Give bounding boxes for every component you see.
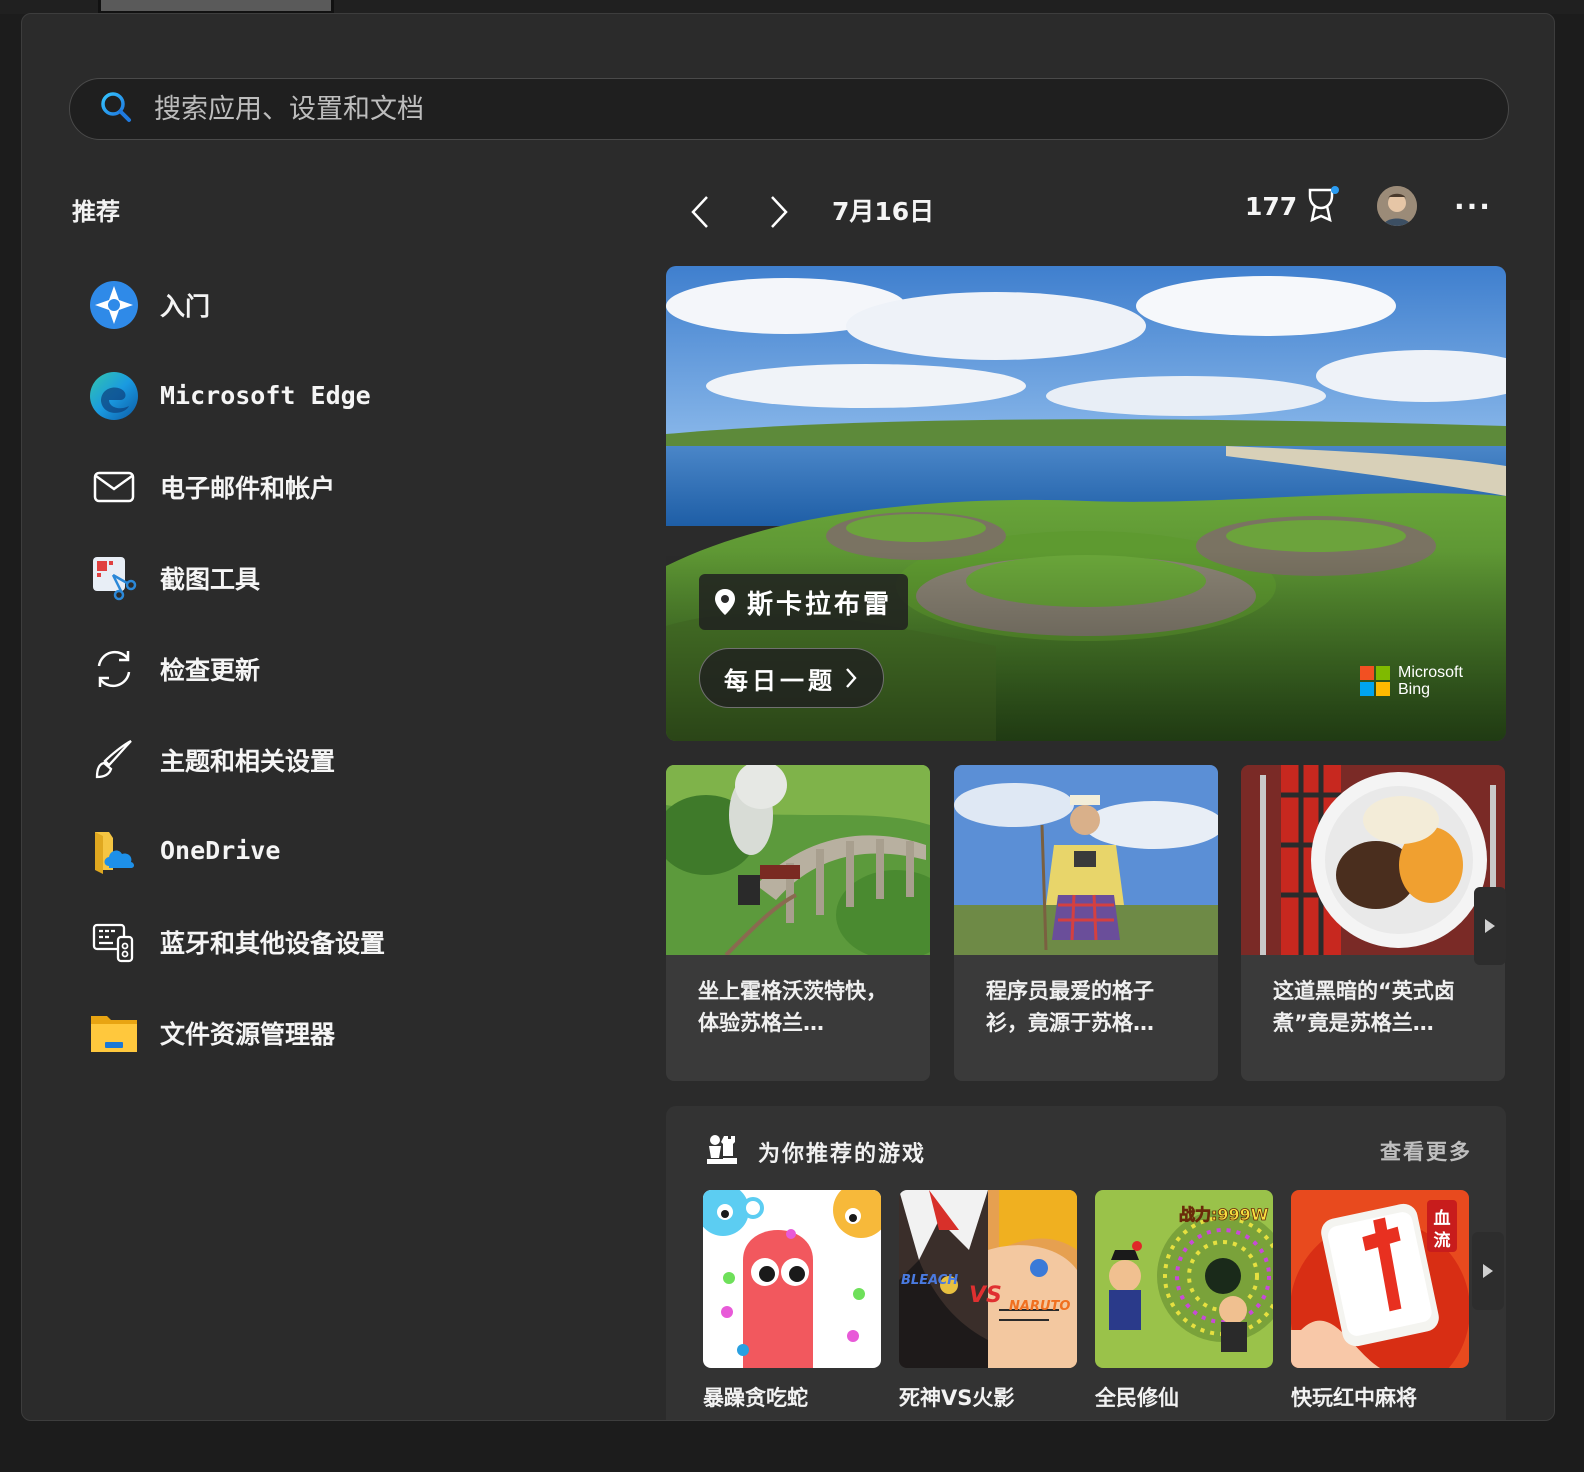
game-image-mahjong: 血 流 <box>1291 1190 1469 1368</box>
game-tile-4[interactable]: 血 流 快玩红中麻将 <box>1291 1190 1469 1412</box>
search-box[interactable] <box>69 78 1509 140</box>
games-scroll-right-button[interactable] <box>1472 1232 1504 1310</box>
snipping-tool-icon <box>88 552 140 604</box>
news-card-3[interactable]: 这道黑暗的“英式卤煮”竟是苏格兰… <box>1241 765 1505 1081</box>
news-scroll-right-button[interactable] <box>1474 887 1506 965</box>
svg-text:VS: VS <box>969 1283 1002 1308</box>
app-mail-accounts[interactable]: 电子邮件和帐户 <box>88 441 608 532</box>
game-power-text: 战力:999W <box>1179 1205 1269 1224</box>
game-name: 快玩红中麻将 <box>1291 1386 1417 1410</box>
app-label: OneDrive <box>160 836 281 865</box>
folder-icon <box>88 1007 140 1059</box>
recommended-games-section: 为你推荐的游戏 查看更多 暴躁贪吃蛇 VS BLEACH NARUTO 死神VS… <box>666 1106 1506 1420</box>
app-theme-settings[interactable]: 主题和相关设置 <box>88 714 608 805</box>
games-chess-icon <box>706 1132 740 1170</box>
microsoft-logo-icon <box>1360 666 1390 696</box>
game-tile-3[interactable]: 战力:999W 全民修仙 <box>1095 1190 1273 1412</box>
chevron-right-icon <box>771 196 788 228</box>
location-name: 斯卡拉布雷 <box>747 589 893 620</box>
daily-quiz-button[interactable]: 每日一题 <box>699 648 884 708</box>
game-tile-2[interactable]: VS BLEACH NARUTO 死神VS火影 <box>899 1190 1077 1412</box>
background-window <box>1570 300 1584 1200</box>
background-thumbnail <box>98 0 334 14</box>
app-file-explorer[interactable]: 文件资源管理器 <box>88 987 608 1078</box>
see-more-games-link[interactable]: 查看更多 <box>1380 1136 1472 1166</box>
chevron-right-icon <box>846 668 857 688</box>
app-label: 入门 <box>160 291 211 321</box>
location-pin-icon <box>713 587 737 617</box>
game-tile-1[interactable]: 暴躁贪吃蛇 <box>703 1190 881 1412</box>
svg-text:NARUTO: NARUTO <box>1009 1299 1070 1314</box>
recommended-list: 入门 Microsoft Edge 电子邮件和帐户 截图工具 检查更新 主题和相… <box>88 259 608 1078</box>
game-image-snake <box>703 1190 881 1368</box>
triangle-right-icon <box>1483 1264 1493 1278</box>
start-menu-panel: 推荐 入门 Microsoft Edge <box>21 13 1555 1421</box>
get-started-icon <box>88 279 140 331</box>
app-onedrive[interactable]: OneDrive <box>88 805 608 896</box>
game-image-cultivation: 战力:999W <box>1095 1190 1273 1368</box>
game-badge-text-2: 流 <box>1434 1230 1451 1251</box>
game-name: 全民修仙 <box>1095 1386 1179 1410</box>
app-snipping-tool[interactable]: 截图工具 <box>88 532 608 623</box>
news-caption: 程序员最爱的格子衫，竟源于苏格… <box>986 979 1154 1035</box>
rewards-trophy-icon[interactable] <box>1304 186 1340 226</box>
brand-line-2: Bing <box>1398 681 1431 698</box>
app-label: 电子邮件和帐户 <box>160 473 336 503</box>
app-label: Microsoft Edge <box>160 381 371 410</box>
app-check-updates[interactable]: 检查更新 <box>88 623 608 714</box>
brush-icon <box>88 734 140 786</box>
app-bluetooth-devices[interactable]: 蓝牙和其他设备设置 <box>88 896 608 987</box>
app-label: 蓝牙和其他设备设置 <box>160 928 386 958</box>
previous-day-button[interactable] <box>680 192 720 232</box>
app-microsoft-edge[interactable]: Microsoft Edge <box>88 350 608 441</box>
app-label: 文件资源管理器 <box>160 1019 336 1049</box>
app-label: 截图工具 <box>160 564 261 594</box>
chevron-left-icon <box>691 196 708 228</box>
app-label: 主题和相关设置 <box>160 746 336 776</box>
news-card-2[interactable]: 程序员最爱的格子衫，竟源于苏格… <box>954 765 1218 1081</box>
search-input[interactable] <box>154 93 1454 125</box>
current-date: 7月16日 <box>832 197 935 226</box>
daily-quiz-label: 每日一题 <box>724 666 836 695</box>
location-chip[interactable]: 斯卡拉布雷 <box>699 574 909 630</box>
brand-line-1: Microsoft <box>1398 664 1463 681</box>
refresh-icon <box>88 643 140 695</box>
news-caption: 坐上霍格沃茨特快，体验苏格兰… <box>698 979 887 1035</box>
onedrive-icon <box>88 825 140 877</box>
app-label: 检查更新 <box>160 655 261 685</box>
news-card-1[interactable]: 坐上霍格沃茨特快，体验苏格兰… <box>666 765 930 1081</box>
svg-text:BLEACH: BLEACH <box>901 1273 958 1288</box>
news-image-haggis <box>1241 765 1505 955</box>
microsoft-bing-logo: Microsoft Bing <box>1360 664 1463 698</box>
avatar[interactable] <box>1377 186 1417 226</box>
triangle-right-icon <box>1485 919 1495 933</box>
hero-card[interactable]: 斯卡拉布雷 每日一题 Microsoft Bing <box>666 266 1506 741</box>
devices-icon <box>88 916 140 968</box>
edge-icon <box>88 370 140 422</box>
games-title: 为你推荐的游戏 <box>758 1142 927 1167</box>
next-day-button[interactable] <box>759 192 799 232</box>
recommended-title: 推荐 <box>72 198 120 226</box>
news-caption: 这道黑暗的“英式卤煮”竟是苏格兰… <box>1273 979 1455 1035</box>
game-badge-text-1: 血 <box>1434 1208 1451 1229</box>
news-image-piper <box>954 765 1218 955</box>
mail-icon <box>88 461 140 513</box>
game-name: 暴躁贪吃蛇 <box>703 1386 808 1410</box>
search-icon <box>100 91 132 127</box>
news-image-train <box>666 765 930 960</box>
game-image-bleach-naruto: VS BLEACH NARUTO <box>899 1190 1077 1368</box>
game-name: 死神VS火影 <box>899 1386 1015 1410</box>
app-get-started[interactable]: 入门 <box>88 259 608 350</box>
rewards-points: 177 <box>1245 192 1298 221</box>
more-options-button[interactable]: ··· <box>1454 190 1492 223</box>
